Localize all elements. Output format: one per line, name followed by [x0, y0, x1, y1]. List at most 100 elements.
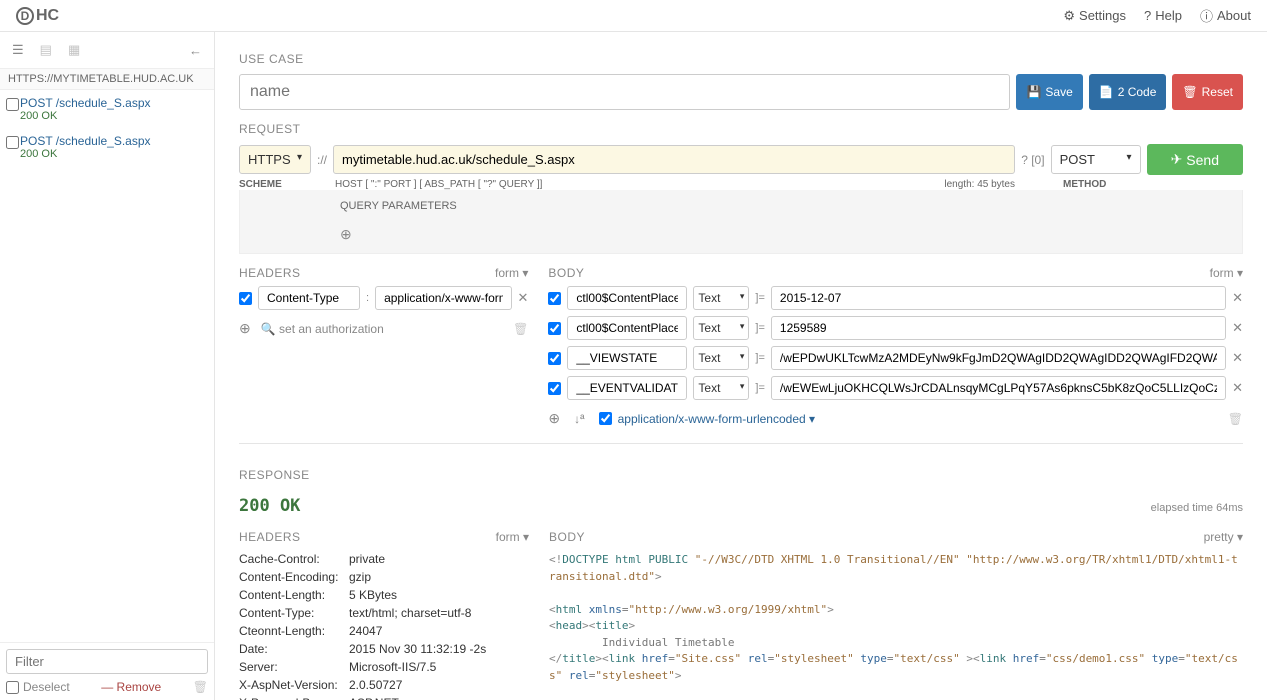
code-button[interactable]: 📄2 Code — [1089, 74, 1167, 110]
delete-body-icon[interactable]: 🗑 — [1228, 412, 1243, 426]
remove-action[interactable]: — Remove — [101, 680, 161, 694]
history-title: POST /schedule_S.aspx — [20, 134, 206, 148]
method-select[interactable]: POST — [1051, 145, 1141, 174]
header-value-input[interactable] — [375, 286, 511, 310]
sidebar-group-label: HTTPS://MYTIMETABLE.HUD.AC.UK — [0, 68, 214, 90]
header-enabled-checkbox[interactable] — [239, 292, 252, 305]
send-button[interactable]: ✈Send — [1147, 144, 1243, 175]
body-value-input[interactable] — [771, 286, 1226, 310]
body-mode-toggle[interactable]: form ▾ — [1210, 266, 1243, 280]
remove-header-icon[interactable]: ✕ — [518, 290, 529, 306]
body-enabled-checkbox[interactable] — [548, 382, 561, 395]
delete-headers-icon[interactable]: 🗑 — [513, 322, 528, 336]
sidebar-item[interactable]: POST /schedule_S.aspx 200 OK — [0, 90, 214, 128]
usecase-name-input[interactable] — [239, 74, 1010, 110]
response-header-row: Content-Length:5 KBytes — [239, 586, 529, 604]
response-body-panel: BODY pretty ▾ <!DOCTYPE html PUBLIC "-//… — [549, 530, 1243, 700]
copy-icon: 📄 — [1099, 85, 1114, 99]
body-enabled-checkbox[interactable] — [548, 292, 561, 305]
sidebar-item[interactable]: POST /schedule_S.aspx 200 OK — [0, 128, 214, 166]
body-label: BODY — [548, 266, 584, 280]
reset-button[interactable]: 🗑Reset — [1172, 74, 1243, 110]
header-row: : ✕ — [239, 286, 528, 310]
body-value-input[interactable] — [771, 376, 1226, 400]
body-enabled-checkbox[interactable] — [548, 352, 561, 365]
headers-panel: HEADERS form ▾ : ✕ ⊕ 🔍 set an authorizat… — [239, 266, 528, 427]
list-view-icon[interactable]: ☰ — [12, 42, 24, 58]
sort-icon[interactable]: ↓ª — [574, 412, 584, 426]
logo-icon: D — [16, 7, 34, 25]
filter-input[interactable] — [6, 649, 208, 674]
body-key-input[interactable] — [567, 346, 687, 370]
response-label: RESPONSE — [239, 468, 1243, 482]
response-header-row: Cache-Control:private — [239, 550, 529, 568]
response-body-label: BODY — [549, 530, 585, 544]
url-input[interactable] — [333, 145, 1015, 174]
body-type-select[interactable]: Text — [693, 316, 749, 340]
body-value-input[interactable] — [771, 346, 1226, 370]
response-status: 200 OK — [239, 496, 300, 516]
body-row: Text ]= ✕ — [548, 286, 1243, 310]
add-header-button[interactable]: ⊕ — [239, 320, 251, 337]
url-length: length: 45 bytes — [944, 179, 1021, 190]
body-key-input[interactable] — [567, 286, 687, 310]
info-icon: ⓘ — [1200, 6, 1213, 25]
encoding-label[interactable]: application/x-www-form-urlencoded ▾ — [618, 412, 815, 426]
history-checkbox[interactable] — [6, 136, 19, 149]
body-type-select[interactable]: Text — [693, 346, 749, 370]
header-key-input[interactable] — [258, 286, 360, 310]
body-row: Text ]= ✕ — [548, 376, 1243, 400]
remove-body-icon[interactable]: ✕ — [1232, 320, 1243, 336]
host-col-label: HOST [ ":" PORT ] [ ABS_PATH [ "?" QUERY… — [335, 179, 938, 190]
settings-link[interactable]: ⚙Settings — [1063, 6, 1126, 25]
response-header-row: X-Powered-By:ASP.NET — [239, 694, 529, 700]
scheme-select[interactable]: HTTPS — [239, 145, 311, 174]
body-value-input[interactable] — [771, 316, 1226, 340]
help-link[interactable]: ?Help — [1144, 6, 1182, 25]
resp-body-mode-toggle[interactable]: pretty ▾ — [1204, 530, 1243, 544]
body-type-select[interactable]: Text — [693, 376, 749, 400]
body-type-select[interactable]: Text — [693, 286, 749, 310]
history-status: 200 OK — [20, 110, 206, 122]
trash-icon[interactable]: 🗑 — [193, 680, 208, 694]
deselect-checkbox[interactable] — [6, 681, 19, 694]
content: USE CASE 💾Save 📄2 Code 🗑Reset REQUEST HT… — [215, 32, 1267, 700]
auth-link[interactable]: 🔍 set an authorization — [261, 322, 384, 336]
gear-icon: ⚙ — [1063, 8, 1075, 24]
archive-icon[interactable]: ▤ — [40, 42, 52, 58]
query-params-area: QUERY PARAMETERS ⊕ — [239, 190, 1243, 254]
topbar: D HC ⚙Settings ?Help ⓘAbout — [0, 0, 1267, 32]
collapse-icon[interactable]: ← — [189, 43, 202, 58]
history-checkbox[interactable] — [6, 98, 19, 111]
about-link[interactable]: ⓘAbout — [1200, 6, 1251, 25]
history-title: POST /schedule_S.aspx — [20, 96, 206, 110]
usecase-label: USE CASE — [239, 52, 1243, 66]
sidebar-footer: Deselect — Remove 🗑 — [0, 642, 214, 700]
scheme-prefix: :// — [317, 153, 327, 167]
remove-body-icon[interactable]: ✕ — [1232, 290, 1243, 306]
body-key-input[interactable] — [567, 376, 687, 400]
add-param-button[interactable]: ⊕ — [340, 226, 1232, 243]
query-indicator[interactable]: ? [0] — [1021, 153, 1044, 167]
deselect-action[interactable]: Deselect — [6, 680, 70, 694]
trash-icon: 🗑 — [1182, 85, 1197, 99]
save-button[interactable]: 💾Save — [1016, 74, 1082, 110]
body-key-input[interactable] — [567, 316, 687, 340]
grid-view-icon[interactable]: ▦ — [68, 42, 80, 58]
add-body-button[interactable]: ⊕ — [548, 410, 560, 427]
body-enabled-checkbox[interactable] — [548, 322, 561, 335]
top-links: ⚙Settings ?Help ⓘAbout — [1063, 6, 1251, 25]
encoding-checkbox[interactable] — [599, 412, 612, 425]
resp-headers-mode-toggle[interactable]: form ▾ — [496, 530, 529, 544]
remove-body-icon[interactable]: ✕ — [1232, 350, 1243, 366]
scheme-col-label: SCHEME — [239, 179, 311, 190]
response-body-content[interactable]: <!DOCTYPE html PUBLIC "-//W3C//DTD XHTML… — [549, 552, 1243, 700]
main-layout: ☰ ▤ ▦ ← HTTPS://MYTIMETABLE.HUD.AC.UK PO… — [0, 32, 1267, 700]
query-params-label: QUERY PARAMETERS — [340, 200, 1232, 212]
headers-mode-toggle[interactable]: form ▾ — [495, 266, 528, 280]
response-header-row: Content-Type:text/html; charset=utf-8 — [239, 604, 529, 622]
response-header-row: Cteonnt-Length:24047 — [239, 622, 529, 640]
body-row: Text ]= ✕ — [548, 346, 1243, 370]
remove-body-icon[interactable]: ✕ — [1232, 380, 1243, 396]
send-icon: ✈ — [1171, 151, 1183, 168]
